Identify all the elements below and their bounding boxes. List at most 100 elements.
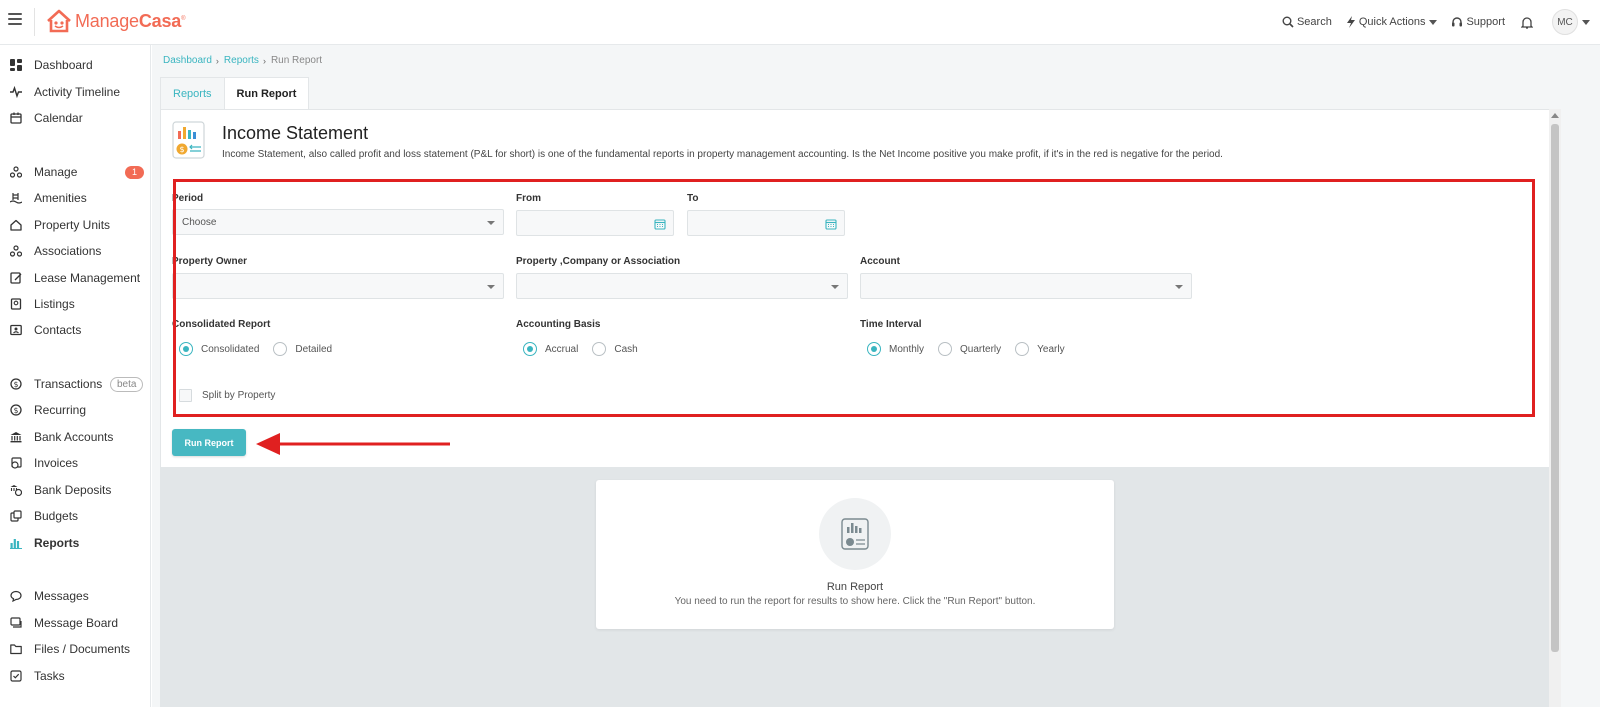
sidebar-item-activity-timeline[interactable]: Activity Timeline	[0, 81, 151, 103]
scrollbar-thumb[interactable]	[1551, 124, 1559, 652]
tasks-icon	[9, 670, 22, 683]
sidebar-item-transactions[interactable]: $ Transactions beta	[0, 373, 151, 395]
sidebar-item-label: Budgets	[34, 509, 79, 523]
calendar-icon	[9, 112, 22, 125]
sidebar-item-calendar[interactable]: Calendar	[0, 107, 151, 129]
bank-icon	[9, 431, 22, 444]
breadcrumb-dashboard[interactable]: Dashboard	[163, 55, 212, 66]
chevron-down-icon	[1429, 19, 1438, 25]
tabs: Reports Run Report	[160, 77, 310, 110]
dashboard-icon	[9, 59, 22, 72]
sidebar-item-label: Lease Management	[34, 271, 141, 285]
search-button[interactable]: Search	[1282, 16, 1332, 28]
logo[interactable]: ManageCasa®	[46, 9, 186, 33]
sidebar-item-label: Recurring	[34, 403, 87, 417]
listings-icon	[9, 298, 22, 311]
page-title: Income Statement	[222, 123, 369, 143]
bell-icon	[1521, 16, 1533, 29]
sidebar-item-label: Bank Deposits	[34, 483, 112, 497]
sidebar-item-label: Messages	[34, 589, 89, 603]
chevron-right-icon: ›	[262, 55, 266, 66]
sidebar-item-label: Files / Documents	[34, 642, 131, 656]
sidebar-item-recurring[interactable]: $ Recurring	[0, 399, 151, 421]
notification-badge: 1	[125, 165, 144, 179]
sidebar-item-label: Dashboard	[34, 58, 93, 72]
search-icon	[1282, 16, 1294, 28]
sidebar-item-label: Transactions	[34, 377, 103, 391]
scroll-up-icon[interactable]	[1551, 113, 1559, 118]
sidebar-item-dashboard[interactable]: Dashboard	[0, 54, 151, 76]
sidebar-item-label: Reports	[34, 536, 80, 550]
sidebar-item-associations[interactable]: Associations	[0, 240, 151, 262]
sidebar-item-amenities[interactable]: Amenities	[0, 187, 151, 209]
lightning-icon	[1346, 16, 1355, 28]
logo-text: ManageCasa®	[75, 10, 186, 31]
reports-icon	[9, 537, 22, 550]
svg-text:$: $	[13, 406, 18, 415]
folder-icon	[9, 643, 22, 656]
breadcrumb-reports[interactable]: Reports	[224, 55, 259, 66]
run-report-button[interactable]: Run Report	[172, 429, 246, 456]
message-board-icon	[9, 617, 22, 630]
scrollbar[interactable]	[1549, 109, 1561, 707]
associations-icon	[9, 245, 22, 258]
sidebar: Dashboard Activity Timeline Calendar Man…	[0, 45, 151, 707]
avatar: MC	[1552, 9, 1578, 35]
sidebar-item-label: Bank Accounts	[34, 430, 114, 444]
sidebar-item-invoices[interactable]: Invoices	[0, 452, 151, 474]
deposits-icon	[9, 484, 22, 497]
sidebar-item-property-units[interactable]: Property Units	[0, 214, 151, 236]
sidebar-item-label: Associations	[34, 244, 102, 258]
sidebar-item-bank-deposits[interactable]: Bank Deposits	[0, 479, 151, 501]
sidebar-item-manage[interactable]: Manage 1	[0, 161, 151, 183]
quick-actions-button[interactable]: Quick Actions	[1346, 16, 1438, 28]
sidebar-item-reports[interactable]: Reports	[0, 532, 151, 554]
sidebar-item-tasks[interactable]: Tasks	[0, 665, 151, 687]
sidebar-item-label: Message Board	[34, 616, 119, 630]
breadcrumb: Dashboard › Reports › Run Report	[163, 55, 322, 66]
sidebar-item-label: Manage	[34, 165, 78, 179]
sidebar-item-budgets[interactable]: Budgets	[0, 505, 151, 527]
main-content: Dashboard › Reports › Run Report Reports R…	[152, 45, 1600, 707]
breadcrumb-current: Run Report	[270, 55, 323, 66]
sidebar-item-contacts[interactable]: Contacts	[0, 319, 151, 341]
sidebar-item-label: Contacts	[34, 323, 82, 337]
transactions-icon: $	[9, 378, 22, 391]
sidebar-item-label: Listings	[34, 297, 75, 311]
sidebar-item-label: Amenities	[34, 191, 87, 205]
beta-badge: beta	[110, 376, 144, 392]
empty-state-title: Run Report	[826, 581, 884, 593]
chevron-down-icon	[1582, 19, 1590, 25]
notifications-button[interactable]	[1521, 16, 1536, 29]
sidebar-item-messages[interactable]: Messages	[0, 585, 151, 607]
sidebar-item-lease-management[interactable]: Lease Management	[0, 267, 151, 289]
house-logo-icon	[47, 9, 71, 33]
sidebar-item-bank-accounts[interactable]: Bank Accounts	[0, 426, 151, 448]
invoices-icon	[9, 457, 22, 470]
top-bar: ManageCasa® Search Quick Actions Support…	[0, 0, 1600, 45]
recurring-icon: $	[9, 404, 22, 417]
activity-icon	[9, 86, 22, 99]
user-menu[interactable]: MC	[1552, 9, 1590, 35]
highlight-box	[173, 179, 1535, 417]
manage-icon	[9, 166, 22, 179]
tab-reports[interactable]: Reports	[160, 77, 225, 110]
menu-icon[interactable]	[8, 13, 22, 27]
home-icon	[9, 219, 22, 232]
sidebar-item-listings[interactable]: Listings	[0, 293, 151, 315]
support-button[interactable]: Support	[1451, 16, 1505, 28]
sidebar-item-label: Property Units	[34, 218, 111, 232]
contacts-icon	[9, 324, 22, 337]
svg-text:$: $	[179, 145, 184, 154]
budgets-icon	[9, 510, 22, 523]
quick-actions-label: Quick Actions	[1358, 16, 1426, 28]
headset-icon	[1452, 17, 1463, 27]
divider	[34, 8, 35, 36]
tab-run-report[interactable]: Run Report	[223, 77, 310, 110]
sidebar-item-label: Activity Timeline	[34, 85, 121, 99]
support-label: Support	[1466, 16, 1505, 28]
sidebar-item-label: Tasks	[34, 669, 65, 683]
sidebar-item-message-board[interactable]: Message Board	[0, 612, 151, 634]
sidebar-item-files-documents[interactable]: Files / Documents	[0, 638, 151, 660]
amenities-icon	[9, 192, 22, 205]
